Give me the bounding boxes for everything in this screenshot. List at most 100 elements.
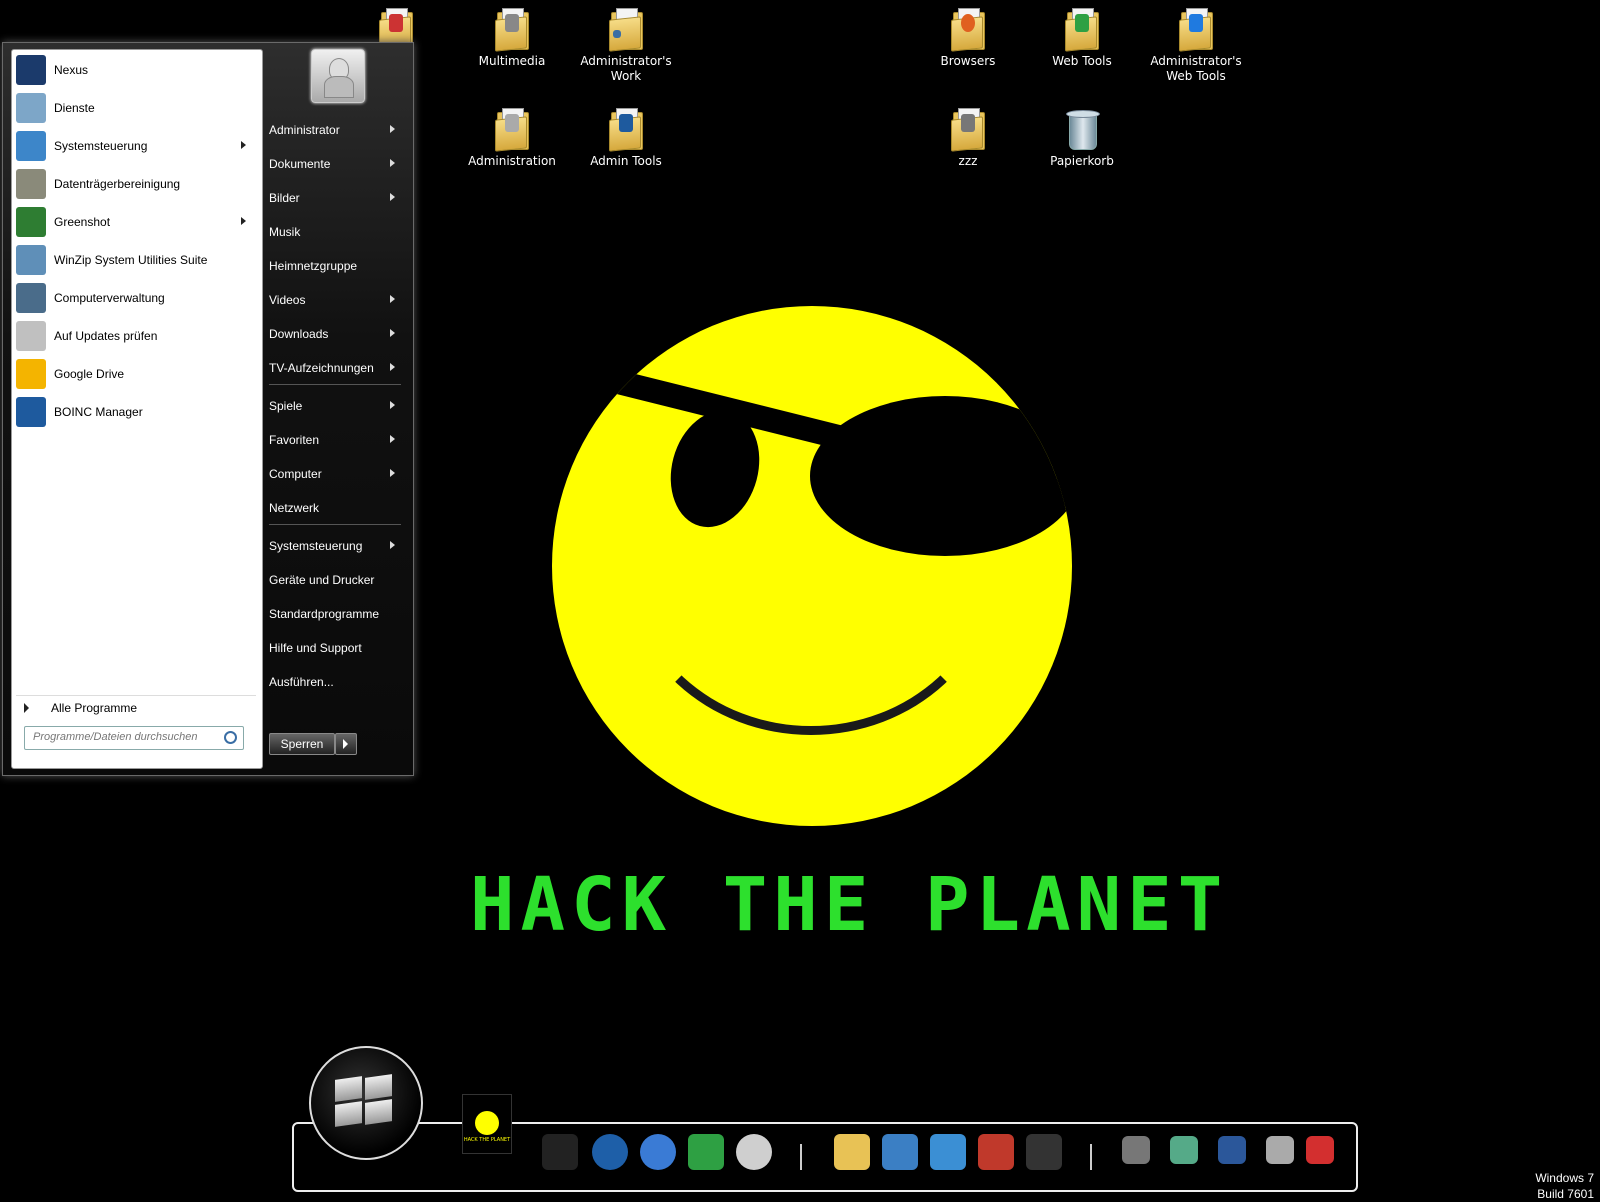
start-button[interactable] <box>309 1046 423 1160</box>
program-item[interactable]: Nexus <box>16 52 256 88</box>
desktop-icon-label: Administrator's Work <box>580 54 672 83</box>
place-label: Geräte und Drucker <box>269 573 375 587</box>
program-item[interactable]: BOINC Manager <box>16 394 256 430</box>
window-add-icon[interactable] <box>882 1134 918 1170</box>
place-label: Heimnetzgruppe <box>269 259 358 273</box>
submenu-arrow-icon <box>390 295 395 303</box>
place-item[interactable]: Favoriten <box>269 425 407 455</box>
desktop-icon-zzz[interactable]: zzz <box>912 108 1024 169</box>
os-version-watermark: Windows 7 Build 7601 <box>1535 1170 1594 1202</box>
dock-separator <box>1090 1144 1092 1170</box>
program-label: Dienste <box>54 101 95 115</box>
place-item[interactable]: Spiele <box>269 391 407 421</box>
desktop-icon-administrators-work[interactable]: Administrator's Work <box>570 8 682 84</box>
program-label: Datenträgerbereinigung <box>54 177 181 191</box>
tray-network-icon[interactable] <box>1122 1136 1150 1164</box>
clock-icon[interactable] <box>736 1134 772 1170</box>
place-label: Hilfe und Support <box>269 641 362 655</box>
program-label: BOINC Manager <box>54 405 143 419</box>
program-label: Computerverwaltung <box>54 291 165 305</box>
thumbnail-caption: HACK THE PLANET <box>463 1137 511 1143</box>
lock-button[interactable]: Sperren <box>269 733 335 755</box>
desktop-icon-admin-tools[interactable]: Admin Tools <box>570 108 682 169</box>
tray-display-icon[interactable] <box>1170 1136 1198 1164</box>
program-label: Google Drive <box>54 367 125 381</box>
program-item[interactable]: Computerverwaltung <box>16 280 256 316</box>
greenshot-icon <box>16 207 46 237</box>
submenu-arrow-icon <box>390 159 395 167</box>
control-panel-icon <box>16 131 46 161</box>
place-item[interactable]: Ausführen... <box>269 667 407 697</box>
search-icon[interactable] <box>224 731 237 744</box>
place-item[interactable]: Computer <box>269 459 407 489</box>
folder-icon <box>951 108 985 152</box>
place-label: Netzwerk <box>269 501 320 515</box>
start-search-input[interactable]: Programme/Dateien durchsuchen <box>24 726 244 750</box>
submenu-arrow-icon[interactable] <box>241 141 246 149</box>
program-item[interactable]: WinZip System Utilities Suite <box>16 242 256 278</box>
all-programs-label: Alle Programme <box>51 701 138 715</box>
program-item[interactable]: Datenträgerbereinigung <box>16 166 256 202</box>
place-item[interactable]: Videos <box>269 285 407 315</box>
disk-cleanup-icon <box>16 169 46 199</box>
taskbar-dock <box>292 1122 1358 1192</box>
terminal-icon[interactable] <box>1026 1134 1062 1170</box>
desktop-icon-label: Browsers <box>940 54 996 68</box>
thunderbird-icon[interactable] <box>640 1134 676 1170</box>
place-item[interactable]: Geräte und Drucker <box>269 565 407 595</box>
desktop-icon-browsers[interactable]: Browsers <box>912 8 1024 69</box>
place-item[interactable]: Hilfe und Support <box>269 633 407 663</box>
hack-the-planet-thumbnail[interactable]: HACK THE PLANET <box>462 1094 512 1154</box>
folder-icon[interactable] <box>834 1134 870 1170</box>
submenu-arrow-icon <box>390 401 395 409</box>
place-item[interactable]: Bilder <box>269 183 407 213</box>
program-item[interactable]: Dienste <box>16 90 256 126</box>
place-item[interactable]: Musik <box>269 217 407 247</box>
folder-dropbox-icon <box>1179 8 1213 52</box>
os-name: Windows 7 <box>1535 1171 1594 1185</box>
submenu-arrow-icon[interactable] <box>241 217 246 225</box>
start-menu: Nexus Dienste Systemsteuerung Datenträgerbe… <box>2 42 414 776</box>
desktop-icon-administration[interactable]: Administration <box>456 108 568 169</box>
menu-separator <box>269 384 401 385</box>
desktop-icon-multimedia[interactable]: Multimedia <box>456 8 568 69</box>
place-item[interactable]: Netzwerk <box>269 493 407 523</box>
submenu-arrow-icon <box>390 469 395 477</box>
place-item[interactable]: TV-Aufzeichnungen <box>269 353 407 383</box>
user-picture[interactable] <box>311 49 365 103</box>
windows-logo-icon <box>335 1074 395 1128</box>
program-item[interactable]: Systemsteuerung <box>16 128 256 164</box>
all-programs-button[interactable]: Alle Programme <box>16 695 256 720</box>
desktop-icon-label: Papierkorb <box>1050 154 1114 168</box>
place-label: TV-Aufzeichnungen <box>269 361 374 375</box>
folder-shortcut-icon <box>609 8 643 52</box>
place-label: Systemsteuerung <box>269 539 363 553</box>
place-label: Standardprogramme <box>269 607 380 621</box>
place-item[interactable]: Dokumente <box>269 149 407 179</box>
globe-icon[interactable] <box>592 1134 628 1170</box>
place-label: Favoriten <box>269 433 320 447</box>
recycle-icon[interactable] <box>688 1134 724 1170</box>
folder-icon <box>495 8 529 52</box>
desktop-icon-label: Administrator's Web Tools <box>1150 54 1242 83</box>
place-item[interactable]: Systemsteuerung <box>269 531 407 561</box>
save-icon[interactable] <box>978 1134 1014 1170</box>
shutdown-options-arrow[interactable] <box>335 733 357 755</box>
hack-the-planet-icon[interactable] <box>542 1134 578 1170</box>
tray-flag-icon[interactable] <box>1306 1136 1334 1164</box>
program-item[interactable]: Greenshot <box>16 204 256 240</box>
tray-volume-icon[interactable] <box>1266 1136 1294 1164</box>
desktop-icon-administrators-web-tools[interactable]: Administrator's Web Tools <box>1140 8 1252 84</box>
desktop-icon-recycle-bin[interactable]: Papierkorb <box>1026 108 1138 169</box>
smiley-mouth <box>622 386 1000 735</box>
desktop-icon-web-tools[interactable]: Web Tools <box>1026 8 1138 69</box>
place-item[interactable]: Standardprogramme <box>269 599 407 629</box>
window-refresh-icon[interactable] <box>930 1134 966 1170</box>
place-item[interactable]: Downloads <box>269 319 407 349</box>
user-avatar-body <box>324 76 354 98</box>
place-item[interactable]: Administrator <box>269 115 407 145</box>
program-item[interactable]: Google Drive <box>16 356 256 392</box>
place-item[interactable]: Heimnetzgruppe <box>269 251 407 281</box>
program-item[interactable]: Auf Updates prüfen <box>16 318 256 354</box>
tray-word-icon[interactable] <box>1218 1136 1246 1164</box>
